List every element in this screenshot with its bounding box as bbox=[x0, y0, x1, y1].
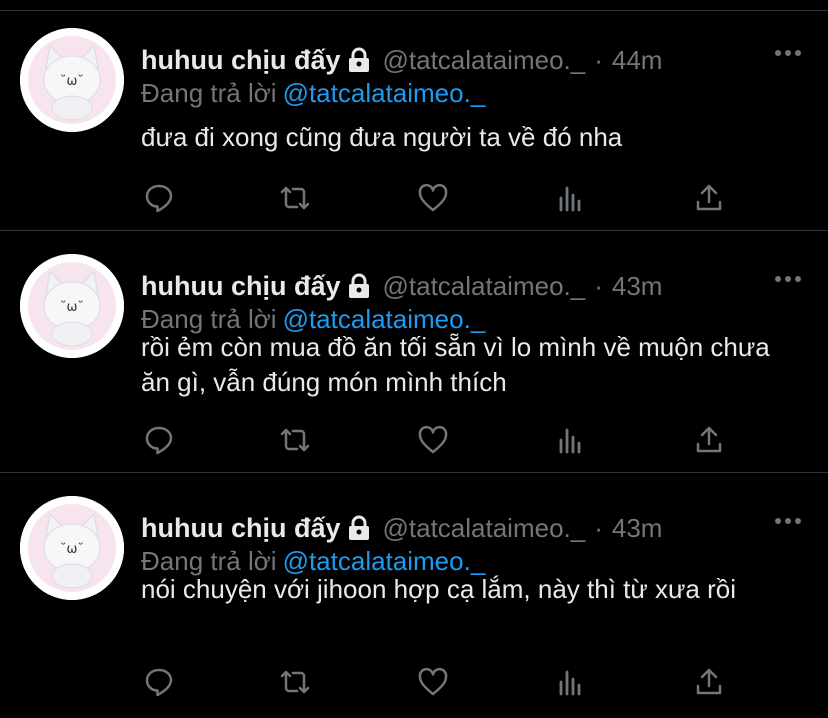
lock-icon bbox=[348, 47, 369, 72]
separator-dot: · bbox=[594, 44, 603, 75]
tweet-text: rồi ẻm còn mua đồ ăn tối sẵn vì lo mình … bbox=[141, 332, 770, 397]
username-handle[interactable]: @tatcalataimeo._ bbox=[383, 513, 586, 544]
reply-mention-link[interactable]: @tatcalataimeo._ bbox=[283, 78, 486, 108]
heart-icon bbox=[418, 425, 448, 454]
display-name[interactable]: huhuu chịu đấy bbox=[141, 513, 341, 544]
timestamp[interactable]: 44m bbox=[612, 45, 663, 76]
timestamp[interactable]: 43m bbox=[612, 271, 663, 302]
retweet-icon bbox=[280, 186, 310, 210]
reply-context: Đang trả lời @tatcalataimeo._ bbox=[141, 78, 485, 109]
analytics-icon bbox=[559, 670, 581, 696]
reply-button[interactable] bbox=[141, 180, 177, 216]
tweet-actions bbox=[141, 664, 731, 700]
cat-avatar-image: ˘ω˘ bbox=[20, 496, 124, 600]
svg-text:˘ω˘: ˘ω˘ bbox=[60, 300, 84, 315]
cat-avatar-image: ˘ω˘ bbox=[20, 254, 124, 358]
heart-icon bbox=[418, 183, 448, 212]
analytics-button[interactable] bbox=[553, 422, 589, 458]
like-button[interactable] bbox=[415, 422, 451, 458]
reply-icon bbox=[145, 668, 173, 697]
lock-icon bbox=[348, 515, 369, 540]
display-name[interactable]: huhuu chịu đấy bbox=[141, 271, 341, 302]
username-handle[interactable]: @tatcalataimeo._ bbox=[383, 271, 586, 302]
retweet-button[interactable] bbox=[277, 422, 313, 458]
share-button[interactable] bbox=[691, 664, 727, 700]
more-icon[interactable] bbox=[774, 516, 802, 526]
avatar[interactable]: ˘ω˘ bbox=[20, 254, 124, 358]
reply-icon bbox=[145, 184, 173, 213]
heart-icon bbox=[418, 667, 448, 696]
analytics-button[interactable] bbox=[553, 180, 589, 216]
avatar[interactable]: ˘ω˘ bbox=[20, 28, 124, 132]
analytics-icon bbox=[559, 186, 581, 212]
reply-button[interactable] bbox=[141, 422, 177, 458]
share-icon bbox=[696, 426, 722, 453]
more-icon[interactable] bbox=[774, 48, 802, 58]
retweet-icon bbox=[280, 670, 310, 694]
display-name[interactable]: huhuu chịu đấy bbox=[141, 45, 341, 76]
tweet[interactable]: ˘ω˘ huhuu chịu đấy @tatcalataimeo._ · 44… bbox=[0, 0, 828, 240]
share-icon bbox=[696, 184, 722, 211]
reply-button[interactable] bbox=[141, 664, 177, 700]
reply-icon bbox=[145, 426, 173, 455]
svg-text:˘ω˘: ˘ω˘ bbox=[60, 74, 84, 89]
tweet-actions bbox=[141, 422, 731, 458]
separator-dot: · bbox=[594, 512, 603, 543]
avatar[interactable]: ˘ω˘ bbox=[20, 496, 124, 600]
tweet[interactable]: ˘ω˘ huhuu chịu đấy @tatcalataimeo._ · 43… bbox=[0, 468, 828, 708]
reply-prefix: Đang trả lời bbox=[141, 78, 277, 108]
like-button[interactable] bbox=[415, 180, 451, 216]
retweet-icon bbox=[280, 428, 310, 452]
tweet-text: đưa đi xong cũng đưa người ta về đó nha bbox=[141, 122, 623, 152]
analytics-icon bbox=[559, 428, 581, 454]
like-button[interactable] bbox=[415, 664, 451, 700]
tweet-text: nói chuyện với jihoon hợp cạ lắm, này th… bbox=[141, 574, 736, 604]
tweet[interactable]: ˘ω˘ huhuu chịu đấy @tatcalataimeo._ · 43… bbox=[0, 226, 828, 466]
share-button[interactable] bbox=[691, 422, 727, 458]
cat-avatar-image: ˘ω˘ bbox=[20, 28, 124, 132]
lock-icon bbox=[348, 273, 369, 298]
timestamp[interactable]: 43m bbox=[612, 513, 663, 544]
analytics-button[interactable] bbox=[553, 664, 589, 700]
username-handle[interactable]: @tatcalataimeo._ bbox=[383, 45, 586, 76]
more-icon[interactable] bbox=[774, 274, 802, 284]
svg-text:˘ω˘: ˘ω˘ bbox=[60, 542, 84, 557]
retweet-button[interactable] bbox=[277, 180, 313, 216]
separator-dot: · bbox=[594, 270, 603, 301]
share-icon bbox=[696, 668, 722, 695]
tweet-actions bbox=[141, 180, 731, 216]
share-button[interactable] bbox=[691, 180, 727, 216]
retweet-button[interactable] bbox=[277, 664, 313, 700]
